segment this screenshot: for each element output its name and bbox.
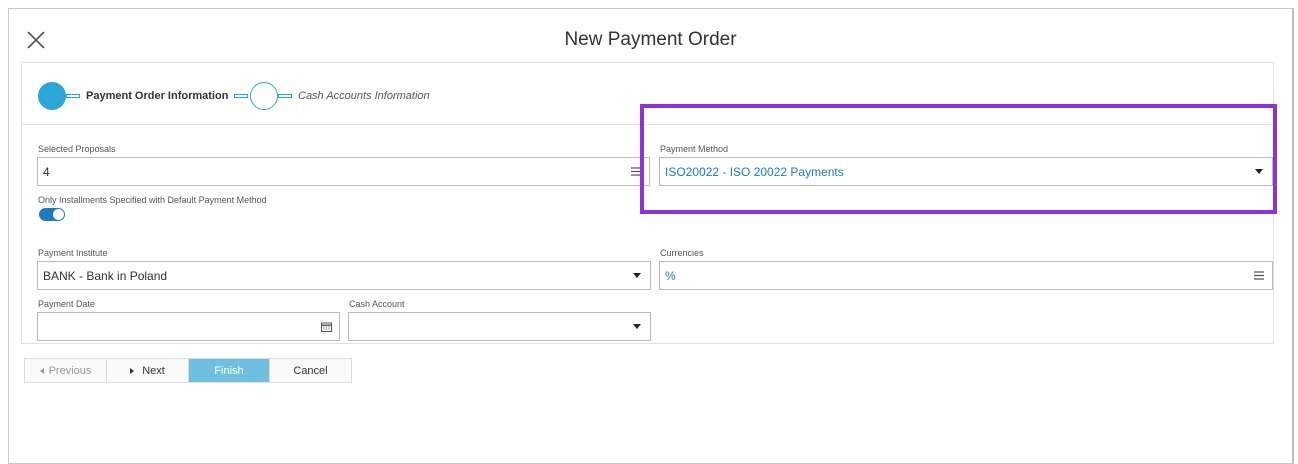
step-connector: [66, 94, 80, 98]
cash-account-select[interactable]: [348, 312, 651, 341]
wizard-step-payment-order[interactable]: Payment Order Information: [38, 81, 249, 111]
payment-institute-select[interactable]: BANK - Bank in Poland: [37, 261, 651, 290]
selected-proposals-value: 4: [43, 164, 50, 179]
step-active-indicator: [38, 82, 66, 110]
payment-date-label: Payment Date: [38, 299, 96, 309]
payment-institute-label: Payment Institute: [38, 248, 108, 258]
currencies-field[interactable]: %: [659, 261, 1273, 290]
step-connector: [278, 94, 292, 98]
finish-button[interactable]: Finish: [189, 359, 269, 382]
cash-account-label: Cash Account: [349, 299, 405, 309]
payment-method-highlight: [640, 104, 1277, 214]
step-connector: [234, 94, 249, 98]
cancel-button[interactable]: Cancel: [269, 359, 351, 382]
toggle-knob: [53, 209, 64, 220]
selected-proposals-label: Selected Proposals: [38, 144, 116, 154]
step-inactive-indicator: [250, 82, 278, 110]
selected-proposals-field[interactable]: 4: [37, 157, 650, 186]
list-icon[interactable]: [1250, 262, 1268, 289]
payment-date-input[interactable]: [37, 312, 340, 341]
next-button[interactable]: Next: [107, 359, 189, 382]
triangle-right-icon: [130, 367, 135, 374]
chevron-down-icon[interactable]: [628, 262, 646, 289]
currencies-value: %: [665, 268, 676, 283]
calendar-icon[interactable]: [317, 313, 335, 340]
only-installments-label: Only Installments Specified with Default…: [38, 195, 267, 205]
currencies-label: Currencies: [660, 248, 704, 258]
chevron-down-icon[interactable]: [628, 313, 646, 340]
only-installments-toggle[interactable]: [39, 208, 65, 221]
wizard-step-cash-accounts[interactable]: Cash Accounts Information: [250, 81, 436, 111]
next-label: Next: [142, 364, 165, 377]
previous-label: Previous: [48, 364, 92, 377]
wizard-step-label: Cash Accounts Information: [298, 90, 430, 102]
wizard-button-bar: Previous Next Finish Cancel: [24, 358, 352, 383]
payment-institute-value: BANK - Bank in Poland: [43, 268, 168, 283]
wizard-step-label: Payment Order Information: [86, 90, 229, 102]
previous-button[interactable]: Previous: [25, 359, 107, 382]
triangle-left-icon: [39, 367, 44, 374]
dialog-title: New Payment Order: [564, 29, 737, 50]
